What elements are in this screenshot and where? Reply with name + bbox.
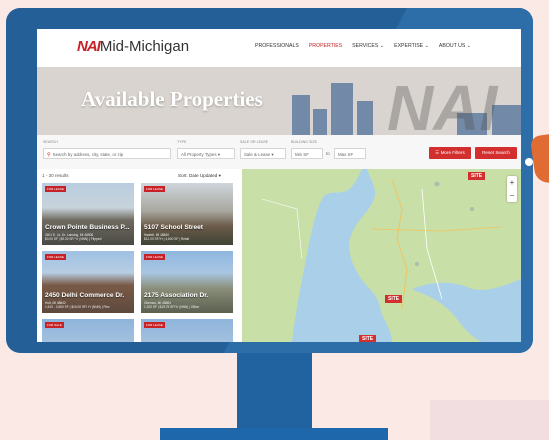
main-menu: PROFESSIONALS PROPERTIES SERVICES ⌄ EXPE… <box>255 43 471 49</box>
hero-building <box>313 109 327 135</box>
listing-badge: FOR LEASE <box>144 322 165 328</box>
listing-badge: FOR LEASE <box>45 254 66 260</box>
map-site-marker[interactable]: SITE <box>359 335 377 342</box>
property-details: Holt, MI 48842 1,510 - 3,500 SF | $10.00 … <box>45 301 110 309</box>
map-site-marker[interactable]: SITE <box>385 295 403 303</box>
listing-badge: FOR SALE <box>45 322 64 328</box>
property-title: 2450 Delhi Commerce Dr. <box>45 292 125 299</box>
property-card[interactable]: FOR LEASE <box>141 319 233 342</box>
page-title: Available Properties <box>81 87 263 111</box>
property-card[interactable]: FOR LEASE Crown Pointe Business P... 340… <box>42 183 134 245</box>
property-title: Crown Pointe Business P... <box>45 224 130 231</box>
property-list: 1 - 30 results Sort: Date Updated ▾ FOR … <box>37 169 242 342</box>
website-screen: NAIMid-Michigan PROFESSIONALS PROPERTIES… <box>37 29 521 342</box>
building-size-label: BUILDING SIZE <box>291 140 317 144</box>
property-card[interactable]: FOR LEASE 2450 Delhi Commerce Dr. Holt, … <box>42 251 134 313</box>
map-land <box>242 169 521 342</box>
map-zoom-control: + − <box>507 176 517 202</box>
max-size-input[interactable]: Max SF <box>334 148 366 159</box>
hero-building <box>292 95 310 135</box>
search-icon: ⚲ <box>47 152 51 158</box>
hero-watermark-logo: NAI <box>387 72 498 135</box>
hero-banner: NAI Available Properties <box>37 67 521 135</box>
property-details: 3401 E. Lk. Dr. Lansing, MI 48906 $0.00 S… <box>45 233 101 241</box>
nav-item-expertise[interactable]: EXPERTISE ⌄ <box>394 43 429 49</box>
nav-item-professionals[interactable]: PROFESSIONALS <box>255 43 299 49</box>
property-specs: 1,320 SF | $15.75 SF/Yr (NNN) | Office <box>144 305 200 309</box>
property-title: 2175 Association Dr. <box>144 292 209 299</box>
property-card[interactable]: FOR LEASE 2175 Association Dr. Okemos, M… <box>141 251 233 313</box>
hand-highlight <box>525 158 533 166</box>
property-details: Okemos, MI 48864 1,320 SF | $15.75 SF/Yr … <box>144 301 199 309</box>
search-placeholder: Search by address, city, state, or zip <box>52 152 124 157</box>
property-specs: 1,510 - 3,500 SF | $10.00 SF/ Yr (NNN) |… <box>45 305 110 309</box>
sale-lease-select[interactable]: Sale & Lease ▾ <box>240 148 286 159</box>
reset-search-button[interactable]: Reset Search <box>475 147 517 159</box>
filter-bar: SEARCH ⚲ Search by address, city, state, … <box>37 135 521 170</box>
property-map[interactable]: SITE SITE SITE + − <box>242 169 521 342</box>
results-count: 1 - 30 results <box>42 173 69 178</box>
background-panel <box>430 400 549 440</box>
zoom-out-button[interactable]: − <box>507 189 517 202</box>
range-separator: to <box>326 151 330 156</box>
nav-item-about-us[interactable]: ABOUT US ⌄ <box>439 43 471 49</box>
top-nav: NAIMid-Michigan PROFESSIONALS PROPERTIES… <box>37 29 521 67</box>
search-label: SEARCH <box>43 140 58 144</box>
property-specs: $0.00 SF | $9.00 SF/ Yr (NNN) | Flipped <box>45 237 102 241</box>
more-filters-button[interactable]: ☰ More Filters <box>429 147 471 159</box>
type-label: TYPE <box>177 140 187 144</box>
logo-name: Mid-Michigan <box>99 38 190 55</box>
listing-badge: FOR LEASE <box>144 254 165 260</box>
search-input[interactable]: ⚲ Search by address, city, state, or zip <box>43 148 171 159</box>
zoom-in-button[interactable]: + <box>507 176 517 189</box>
listing-badge: FOR LEASE <box>144 186 165 192</box>
nav-item-properties[interactable]: PROPERTIES <box>309 43 342 49</box>
sort-select[interactable]: Sort: Date Updated ▾ <box>178 173 221 179</box>
hero-building <box>331 83 353 135</box>
site-logo[interactable]: NAIMid-Michigan <box>77 38 189 55</box>
property-card[interactable]: FOR SALE <box>42 319 134 342</box>
logo-mark: NAI <box>77 38 101 55</box>
property-card[interactable]: FOR LEASE 5107 School Street Haslett, MI… <box>141 183 233 245</box>
property-type-select[interactable]: All Property Types ▾ <box>177 148 235 159</box>
property-details: Haslett, MI 48840 $12.00 SF/Yr | 4,600 SF… <box>144 233 189 241</box>
property-title: 5107 School Street <box>144 224 204 231</box>
listing-badge: FOR LEASE <box>45 186 66 192</box>
monitor-stand <box>237 353 312 433</box>
nav-item-services[interactable]: SERVICES ⌄ <box>352 43 384 49</box>
min-size-input[interactable]: Min SF <box>291 148 323 159</box>
map-site-marker[interactable]: SITE <box>468 172 486 180</box>
sale-lease-label: SALE OR LEASE <box>240 140 269 144</box>
hero-building <box>357 101 373 135</box>
property-specs: $12.00 SF/Yr | 4,600 SF | Retail <box>144 237 190 241</box>
monitor-base <box>160 428 388 440</box>
